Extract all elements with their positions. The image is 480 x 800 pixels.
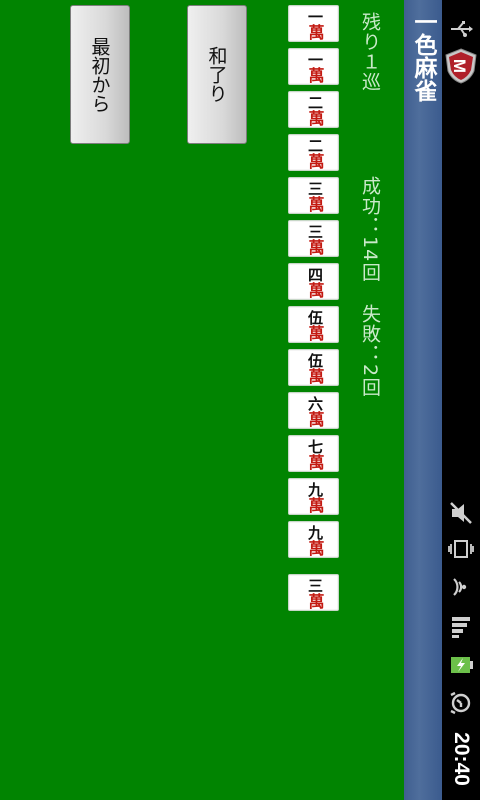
tile-rank: 二: [306, 95, 324, 110]
tile-rank: 三: [306, 578, 324, 593]
mute-icon: [442, 496, 480, 530]
restart-button[interactable]: 最初から: [70, 5, 130, 144]
tile-rank: 三: [306, 224, 324, 239]
app-logo-icon: M: [443, 46, 479, 86]
alarm-icon: [442, 686, 480, 720]
app-title: 一色麻雀: [410, 10, 436, 102]
tile-rank: 一: [306, 9, 324, 24]
tile-suit: 萬: [305, 282, 325, 298]
tile-suit: 萬: [305, 110, 325, 126]
tile-face: 四萬: [293, 267, 336, 298]
status-bar: 20:40: [442, 0, 480, 800]
tile-rank: 伍: [306, 310, 324, 325]
tile-face: 一萬: [293, 52, 336, 83]
usb-icon: [442, 14, 480, 44]
tile-suit: 萬: [305, 153, 325, 169]
remaining-turns: 残り１巡: [359, 12, 381, 92]
hand-tile[interactable]: 一萬: [288, 5, 339, 42]
tile-rank: 九: [306, 482, 324, 497]
drawn-tile[interactable]: 三 萬: [288, 574, 339, 611]
tile-suit: 萬: [305, 239, 325, 255]
title-bar: [404, 0, 442, 800]
tile-suit: 萬: [305, 67, 325, 83]
tile-rank: 四: [306, 267, 324, 282]
hand-tile[interactable]: 九萬: [288, 521, 339, 558]
tile-face: 伍萬: [293, 310, 336, 341]
tile-face: 九萬: [293, 525, 336, 556]
tile-suit: 萬: [305, 411, 325, 427]
wifi-icon: [442, 570, 480, 604]
tile-suit: 萬: [305, 325, 325, 341]
win-button[interactable]: 和了り: [187, 5, 247, 144]
tile-rank: 三: [306, 181, 324, 196]
signal-icon: [442, 610, 480, 644]
tile-suit: 萬: [305, 593, 325, 609]
tile-face: 七萬: [293, 439, 336, 470]
tile-rank: 六: [306, 396, 324, 411]
tile-face: 三 萬: [293, 578, 336, 609]
tile-suit: 萬: [305, 540, 325, 556]
tile-suit: 萬: [305, 454, 325, 470]
success-count: 成功：14回: [359, 176, 381, 283]
tile-rank: 九: [306, 525, 324, 540]
battery-charging-icon: [442, 648, 480, 682]
hand-tile[interactable]: 二萬: [288, 134, 339, 171]
tile-face: 三萬: [293, 224, 336, 255]
vibrate-icon: [442, 532, 480, 566]
tile-face: 二萬: [293, 138, 336, 169]
hand-tile[interactable]: 一萬: [288, 48, 339, 85]
clock: 20:40: [442, 728, 480, 790]
hand-tile[interactable]: 四萬: [288, 263, 339, 300]
hand-tile[interactable]: 二萬: [288, 91, 339, 128]
restart-button-label: 最初から: [88, 36, 111, 113]
clock-text: 20:40: [450, 732, 473, 786]
hand-tile[interactable]: 七萬: [288, 435, 339, 472]
tile-suit: 萬: [305, 24, 325, 40]
tile-face: 一萬: [293, 9, 336, 40]
app-logo-letter: M: [450, 59, 469, 73]
hand-tile[interactable]: 伍萬: [288, 306, 339, 343]
hand-tile[interactable]: 九萬: [288, 478, 339, 515]
tile-rank: 一: [306, 52, 324, 67]
tile-suit: 萬: [305, 497, 325, 513]
tile-face: 二萬: [293, 95, 336, 126]
tile-face: 三萬: [293, 181, 336, 212]
win-button-label: 和了り: [205, 46, 228, 103]
tile-suit: 萬: [305, 196, 325, 212]
hand-tile[interactable]: 三萬: [288, 177, 339, 214]
tile-suit: 萬: [305, 368, 325, 384]
tile-face: 六萬: [293, 396, 336, 427]
hand-tile[interactable]: 伍萬: [288, 349, 339, 386]
fail-count: 失敗：2回: [359, 304, 381, 398]
tile-rank: 七: [306, 439, 324, 454]
tile-rank: 二: [306, 138, 324, 153]
tile-face: 伍萬: [293, 353, 336, 384]
hand-tile[interactable]: 六萬: [288, 392, 339, 429]
hand-tile[interactable]: 三萬: [288, 220, 339, 257]
tile-face: 九萬: [293, 482, 336, 513]
tile-rank: 伍: [306, 353, 324, 368]
